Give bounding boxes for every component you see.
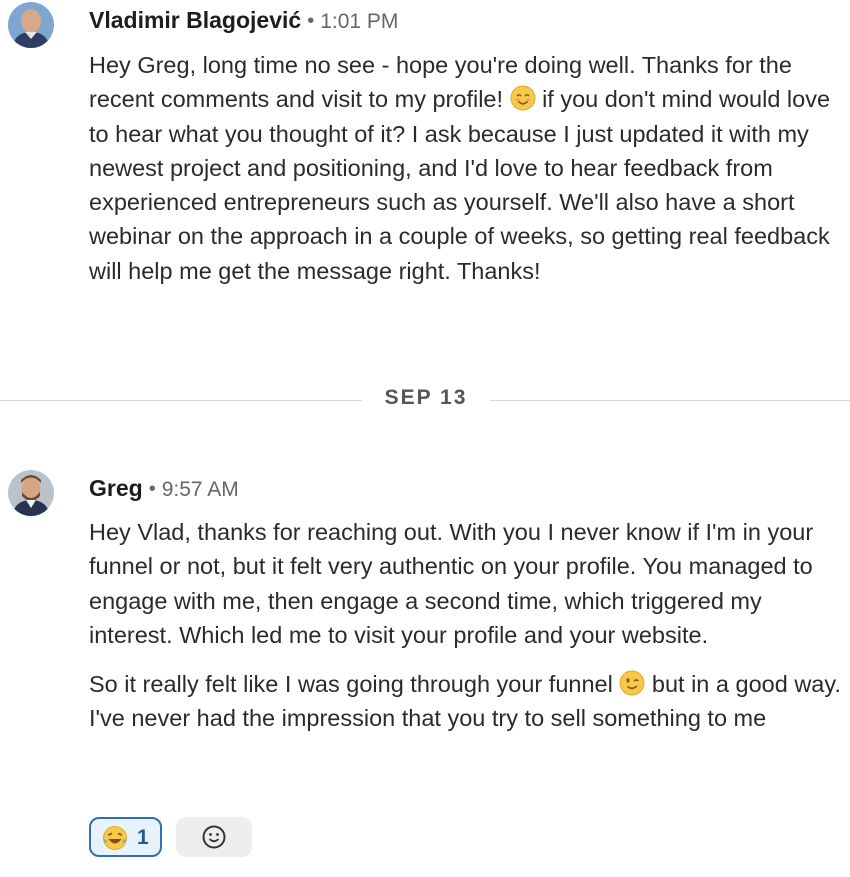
- message-body: Hey Vlad, thanks for reaching out. With …: [89, 515, 841, 736]
- separator-dot: •: [148, 478, 156, 500]
- divider-line-right: [490, 400, 850, 401]
- avatar-vladimir[interactable]: [8, 2, 54, 48]
- winking-face-emoji-icon: [619, 670, 645, 696]
- reaction-laugh-button[interactable]: 1: [89, 817, 162, 857]
- message-body: Hey Greg, long time no see - hope you're…: [89, 48, 841, 288]
- date-divider: SEP 13: [0, 385, 850, 415]
- add-reaction-button[interactable]: [176, 817, 252, 857]
- message-timestamp: 1:01 PM: [320, 10, 399, 33]
- sender-name[interactable]: Vladimir Blagojević: [89, 7, 301, 33]
- message-paragraph: So it really felt like I was going throu…: [89, 667, 841, 736]
- reaction-count: 1: [137, 826, 149, 849]
- avatar-greg[interactable]: [8, 470, 54, 516]
- divider-line-left: [0, 400, 362, 401]
- separator-dot: •: [307, 10, 315, 32]
- message-timestamp: 9:57 AM: [161, 478, 239, 501]
- laughing-tears-emoji-icon: [103, 826, 127, 850]
- message-paragraph: Hey Greg, long time no see - hope you're…: [89, 48, 841, 288]
- person-avatar-beard-icon: [8, 470, 54, 516]
- message-text: So it really felt like I was going throu…: [89, 671, 613, 698]
- date-divider-label: SEP 13: [384, 386, 468, 409]
- sender-name[interactable]: Greg: [89, 475, 143, 501]
- message-paragraph: Hey Vlad, thanks for reaching out. With …: [89, 519, 814, 648]
- smiling-face-emoji-icon: [510, 85, 536, 111]
- person-avatar-bald-icon: [8, 2, 54, 48]
- message-text: if you don't mind would love to hear wha…: [89, 86, 831, 284]
- add-reaction-icon: [202, 825, 226, 849]
